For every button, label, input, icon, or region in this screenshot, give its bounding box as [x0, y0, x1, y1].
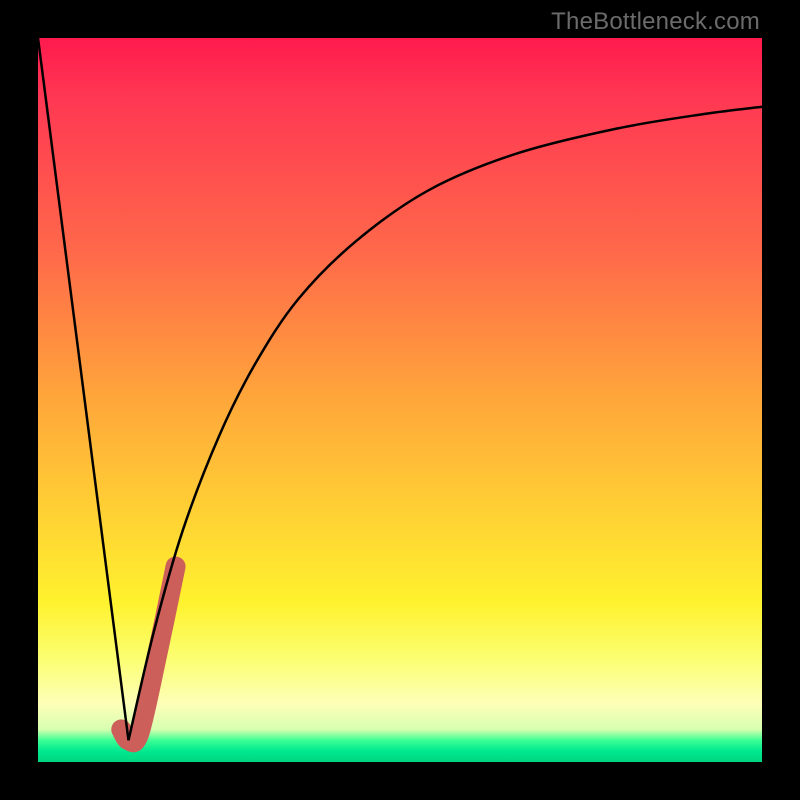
watermark-text: TheBottleneck.com: [551, 8, 760, 36]
chart-svg: [38, 38, 762, 762]
left-falling-line: [38, 38, 129, 740]
right-rising-curve: [129, 107, 763, 741]
chart-frame: TheBottleneck.com: [0, 0, 800, 800]
